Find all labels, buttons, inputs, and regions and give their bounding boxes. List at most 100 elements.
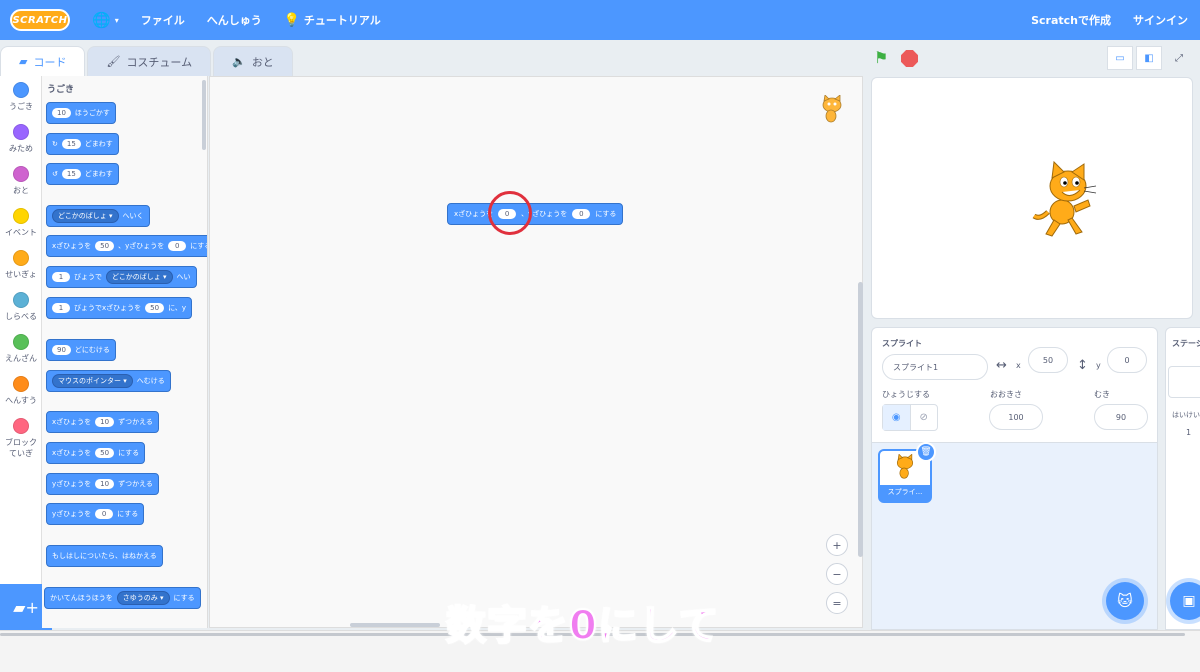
block-dropdown[interactable]: さゆうのみ ▾ bbox=[116, 591, 170, 605]
block-goto-xy[interactable]: xざひょうを 50 、yざひょうを 0 にする bbox=[46, 235, 207, 257]
block-input[interactable]: 50 bbox=[95, 241, 115, 251]
category-control[interactable]: せいぎょ bbox=[0, 250, 42, 280]
block-change-x[interactable]: xざひょうを 10 ずつかえる bbox=[46, 411, 159, 433]
category-label: ブロック bbox=[5, 438, 37, 447]
y-value-input[interactable]: 0 bbox=[572, 209, 591, 219]
block-input[interactable]: 50 bbox=[145, 303, 165, 313]
block-input[interactable]: 1 bbox=[52, 272, 70, 282]
show-button[interactable]: ◉ bbox=[883, 405, 911, 430]
category-sound[interactable]: おと bbox=[0, 166, 42, 196]
category-motion[interactable]: うごき bbox=[0, 82, 42, 112]
create-link[interactable]: Scratchで作成 bbox=[1031, 12, 1111, 28]
block-dropdown[interactable]: どこかのばしょ ▾ bbox=[52, 209, 119, 223]
block-turn-right[interactable]: ↻ 15 どまわす bbox=[46, 133, 119, 155]
zoom-out-button[interactable]: − bbox=[826, 563, 848, 585]
small-stage-icon: ▭ bbox=[1115, 52, 1125, 64]
chevron-down-icon: ▾ bbox=[114, 15, 119, 25]
x-label: x bbox=[1016, 361, 1021, 370]
tab-code[interactable]: ▰ コード bbox=[0, 46, 86, 76]
tab-sounds[interactable]: 🔈 おと bbox=[213, 46, 293, 76]
tutorial-menu[interactable]: 💡 チュートリアル bbox=[284, 12, 381, 28]
delete-sprite-button[interactable]: 🗑 bbox=[916, 442, 936, 462]
category-myblocks[interactable]: ブロック ていぎ bbox=[0, 418, 42, 459]
tab-costumes[interactable]: 🖌 コスチューム bbox=[87, 46, 212, 76]
tab-sounds-label: おと bbox=[251, 55, 274, 69]
category-operators[interactable]: えんざん bbox=[0, 334, 42, 364]
workspace-vertical-scrollbar[interactable] bbox=[858, 282, 863, 557]
block-input[interactable]: 10 bbox=[95, 417, 115, 427]
video-caption: 数字を0にして bbox=[445, 602, 720, 650]
category-sensing[interactable]: しらべる bbox=[0, 292, 42, 322]
category-label: へんすう bbox=[5, 396, 37, 405]
block-dropdown[interactable]: どこかのばしょ ▾ bbox=[106, 270, 173, 284]
block-glide-xy[interactable]: 1 びょうでxざひょうを 50 に、y bbox=[46, 297, 193, 319]
stage-pane-title: ステージ bbox=[1172, 339, 1200, 348]
sprite-direction-input[interactable]: 90 bbox=[1094, 404, 1148, 430]
palette-scrollbar[interactable] bbox=[202, 80, 206, 150]
block-set-y[interactable]: yざひょうを 0 にする bbox=[46, 503, 145, 525]
zoom-in-button[interactable]: + bbox=[826, 534, 848, 556]
zoom-out-icon: − bbox=[832, 567, 842, 581]
stage-thumbnail[interactable] bbox=[1168, 366, 1200, 398]
block-input[interactable]: 10 bbox=[52, 108, 71, 118]
category-label: せいぎょ bbox=[5, 270, 37, 279]
block-input[interactable]: 15 bbox=[61, 139, 81, 149]
cat-sprite[interactable] bbox=[1030, 160, 1102, 238]
block-dropdown[interactable]: マウスのポインター ▾ bbox=[52, 374, 133, 388]
events-dot-icon bbox=[13, 208, 29, 224]
block-turn-left[interactable]: ↺ 15 どまわす bbox=[46, 163, 119, 185]
block-text: にする bbox=[117, 510, 139, 518]
block-text: にする bbox=[190, 242, 207, 250]
block-move-steps[interactable]: 10 ほうごかす bbox=[46, 102, 116, 124]
block-rotation-style[interactable]: かいてんほうほうを さゆうのみ ▾ にする bbox=[44, 587, 201, 609]
green-flag-button[interactable]: ⚑ bbox=[874, 48, 888, 67]
block-input[interactable]: 0 bbox=[168, 241, 187, 251]
variables-dot-icon bbox=[13, 376, 29, 392]
block-input[interactable]: 90 bbox=[52, 345, 71, 355]
block-text: ほうごかす bbox=[74, 109, 110, 117]
block-text: びょうでxざひょうを bbox=[74, 304, 142, 312]
add-sprite-button[interactable]: 🐱 bbox=[1106, 582, 1144, 620]
block-text: にする bbox=[595, 210, 617, 218]
block-goto[interactable]: どこかのばしょ ▾ へいく bbox=[46, 205, 150, 227]
stage-canvas[interactable] bbox=[871, 77, 1193, 319]
add-backdrop-button[interactable]: ▣ bbox=[1170, 582, 1200, 620]
edit-menu[interactable]: へんしゅう bbox=[207, 12, 262, 28]
block-input[interactable]: 10 bbox=[95, 479, 115, 489]
block-input[interactable]: 50 bbox=[95, 448, 115, 458]
block-text: どまわす bbox=[84, 170, 113, 178]
fullscreen-button[interactable]: ⤢ bbox=[1166, 46, 1192, 70]
language-menu[interactable]: 🌐 ▾ bbox=[92, 11, 119, 29]
scratch-logo[interactable]: SCRATCH bbox=[10, 9, 70, 31]
block-text: ずつかえる bbox=[118, 480, 153, 488]
workspace-horizontal-scrollbar[interactable] bbox=[350, 623, 440, 627]
block-point-direction[interactable]: 90 どにむける bbox=[46, 339, 116, 361]
block-glide[interactable]: 1 びょうで どこかのばしょ ▾ へい bbox=[46, 266, 197, 288]
stop-button[interactable] bbox=[901, 50, 918, 67]
code-workspace[interactable]: xざひょうを 0 、yざひょうを 0 にする + − = bbox=[209, 76, 863, 628]
sprite-x-input[interactable]: 50 bbox=[1028, 347, 1068, 373]
zoom-reset-button[interactable]: = bbox=[826, 592, 848, 614]
normal-stage-icon: ◧ bbox=[1144, 52, 1154, 64]
block-input[interactable]: 0 bbox=[95, 509, 114, 519]
hide-button[interactable]: ⊘ bbox=[911, 405, 938, 430]
category-label: おと bbox=[13, 186, 29, 195]
sprite-name-input[interactable]: スプライト1 bbox=[882, 354, 988, 380]
small-stage-button[interactable]: ▭ bbox=[1107, 46, 1133, 70]
category-variables[interactable]: へんすう bbox=[0, 376, 42, 406]
file-menu[interactable]: ファイル bbox=[141, 12, 185, 28]
show-label: ひょうじする bbox=[882, 390, 930, 399]
category-looks[interactable]: みため bbox=[0, 124, 42, 154]
category-events[interactable]: イベント bbox=[0, 208, 42, 238]
block-point-towards[interactable]: マウスのポインター ▾ へむける bbox=[46, 370, 171, 392]
block-bounce[interactable]: もしはしについたら、はねかえる bbox=[46, 545, 163, 567]
normal-stage-button[interactable]: ◧ bbox=[1136, 46, 1162, 70]
sprite-y-input[interactable]: 0 bbox=[1107, 347, 1147, 373]
block-set-x[interactable]: xざひょうを 50 にする bbox=[46, 442, 146, 464]
signin-link[interactable]: サインイン bbox=[1133, 12, 1188, 28]
block-input[interactable]: 1 bbox=[52, 303, 70, 313]
block-input[interactable]: 15 bbox=[61, 169, 81, 179]
sprite-size-input[interactable]: 100 bbox=[989, 404, 1043, 430]
block-change-y[interactable]: yざひょうを 10 ずつかえる bbox=[46, 473, 159, 495]
script-goto-xy-block[interactable]: xざひょうを 0 、yざひょうを 0 にする bbox=[447, 203, 624, 225]
